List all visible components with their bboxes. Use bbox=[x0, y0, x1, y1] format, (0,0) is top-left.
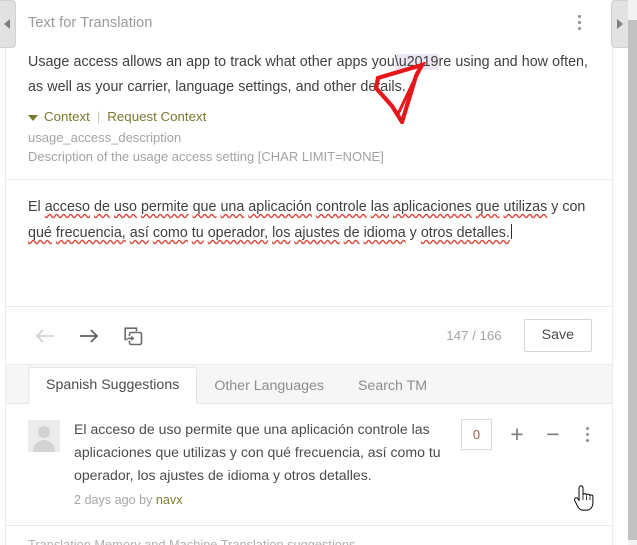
suggestion-kebab-menu-icon[interactable] bbox=[578, 419, 596, 450]
target-word: una bbox=[220, 199, 245, 215]
target-word: uso bbox=[113, 199, 137, 215]
target-word: permite bbox=[140, 199, 189, 215]
string-description: Description of the usage access setting … bbox=[28, 149, 384, 164]
footer-hint: Translation Memory and Machine Translati… bbox=[28, 537, 356, 545]
arrow-left-icon[interactable] bbox=[34, 326, 56, 346]
editor-toolbar: 147 / 166 Save bbox=[6, 307, 612, 364]
target-word: aplicación bbox=[248, 199, 312, 215]
target-word: acceso bbox=[44, 199, 91, 215]
target-word: como bbox=[152, 225, 188, 241]
target-line1-lead: El bbox=[28, 199, 41, 215]
list-item: El acceso de uso permite que una aplicac… bbox=[6, 404, 612, 507]
suggestion-author-link[interactable]: navx bbox=[156, 493, 183, 507]
target-word: de bbox=[343, 225, 360, 241]
navigation-icons bbox=[34, 325, 144, 347]
context-separator: | bbox=[96, 109, 101, 124]
suggestions-tabs: Spanish Suggestions Other Languages Sear… bbox=[6, 365, 612, 404]
chevron-left-icon bbox=[4, 19, 10, 29]
translation-editor-window: Text for Translation Usage access allows… bbox=[0, 0, 637, 545]
target-word: que bbox=[192, 199, 217, 215]
tab-search-tm[interactable]: Search TM bbox=[341, 369, 444, 404]
suggestion-text[interactable]: El acceso de uso permite que una aplicac… bbox=[74, 418, 451, 487]
plus-icon[interactable]: + bbox=[506, 419, 528, 450]
target-word: frecuencia, bbox=[55, 225, 126, 241]
suggestion-meta: 2 days ago by navx bbox=[74, 493, 451, 507]
target-word: de bbox=[94, 199, 110, 215]
tab-spanish-suggestions[interactable]: Spanish Suggestions bbox=[28, 366, 198, 404]
page-scrollbar[interactable] bbox=[628, 0, 637, 545]
source-text-before: Usage access allows an app to track what… bbox=[28, 54, 395, 70]
caret-down-icon[interactable] bbox=[28, 114, 38, 121]
source-string: Usage access allows an app to track what… bbox=[28, 50, 590, 100]
collapse-right-handle[interactable] bbox=[611, 0, 628, 48]
target-word: ajustes bbox=[294, 225, 340, 241]
panel-header: Text for Translation bbox=[6, 0, 612, 45]
collapse-left-handle[interactable] bbox=[0, 0, 16, 48]
arrow-right-icon[interactable] bbox=[78, 326, 100, 346]
copy-source-icon[interactable] bbox=[122, 325, 144, 347]
suggestion-content: El acceso de uso permite que una aplicac… bbox=[60, 418, 461, 507]
page-title: Text for Translation bbox=[28, 14, 153, 31]
chevron-right-icon bbox=[617, 19, 623, 29]
suggestion-timestamp: 2 days ago by bbox=[74, 493, 153, 507]
context-toggle-link[interactable]: Context bbox=[44, 109, 90, 124]
header-kebab-menu-icon[interactable] bbox=[568, 10, 590, 36]
suggestions-list: El acceso de uso permite que una aplicac… bbox=[6, 403, 612, 545]
context-meta-block: usage_access_description Description of … bbox=[6, 124, 612, 166]
translation-input-area[interactable]: El acceso de uso permite que una aplicac… bbox=[6, 180, 612, 272]
target-word: qué bbox=[28, 225, 52, 241]
source-text-block: Usage access allows an app to track what… bbox=[6, 45, 612, 100]
translation-text[interactable]: El acceso de uso permite que una aplicac… bbox=[28, 194, 590, 246]
context-row: Context | Request Context bbox=[6, 100, 612, 124]
target-line1-tail: y con bbox=[551, 199, 586, 215]
target-word: los bbox=[272, 225, 291, 241]
editor-panel: Text for Translation Usage access allows… bbox=[5, 0, 613, 545]
user-avatar-placeholder-icon bbox=[28, 420, 60, 452]
target-word: idioma bbox=[363, 225, 406, 241]
string-key: usage_access_description bbox=[28, 130, 182, 145]
scrollbar-thumb[interactable] bbox=[628, 20, 637, 540]
save-button[interactable]: Save bbox=[523, 318, 592, 353]
suggestion-actions: 0 + − bbox=[461, 418, 596, 507]
source-highlighted-escape: \u2019 bbox=[394, 54, 439, 70]
target-word: controle bbox=[315, 199, 367, 215]
text-caret bbox=[510, 224, 512, 239]
suggestions-footer: Translation Memory and Machine Translati… bbox=[6, 525, 612, 545]
vote-count[interactable]: 0 bbox=[461, 419, 492, 450]
suggestions-section: Spanish Suggestions Other Languages Sear… bbox=[6, 364, 612, 545]
target-word: las bbox=[370, 199, 390, 215]
target-word: operador, bbox=[207, 225, 269, 241]
request-context-link[interactable]: Request Context bbox=[107, 109, 206, 124]
target-word: tu bbox=[191, 225, 204, 241]
target-word: utilizas bbox=[503, 199, 548, 215]
minus-icon[interactable]: − bbox=[542, 419, 564, 450]
tab-other-languages[interactable]: Other Languages bbox=[197, 369, 341, 404]
target-word: que bbox=[475, 199, 500, 215]
target-line2-tail: otros detalles. bbox=[420, 225, 510, 241]
target-word: aplicaciones bbox=[393, 199, 472, 215]
target-line2-mid: y bbox=[409, 225, 417, 241]
character-counter: 147 / 166 bbox=[446, 328, 502, 343]
target-word: así bbox=[129, 225, 149, 241]
